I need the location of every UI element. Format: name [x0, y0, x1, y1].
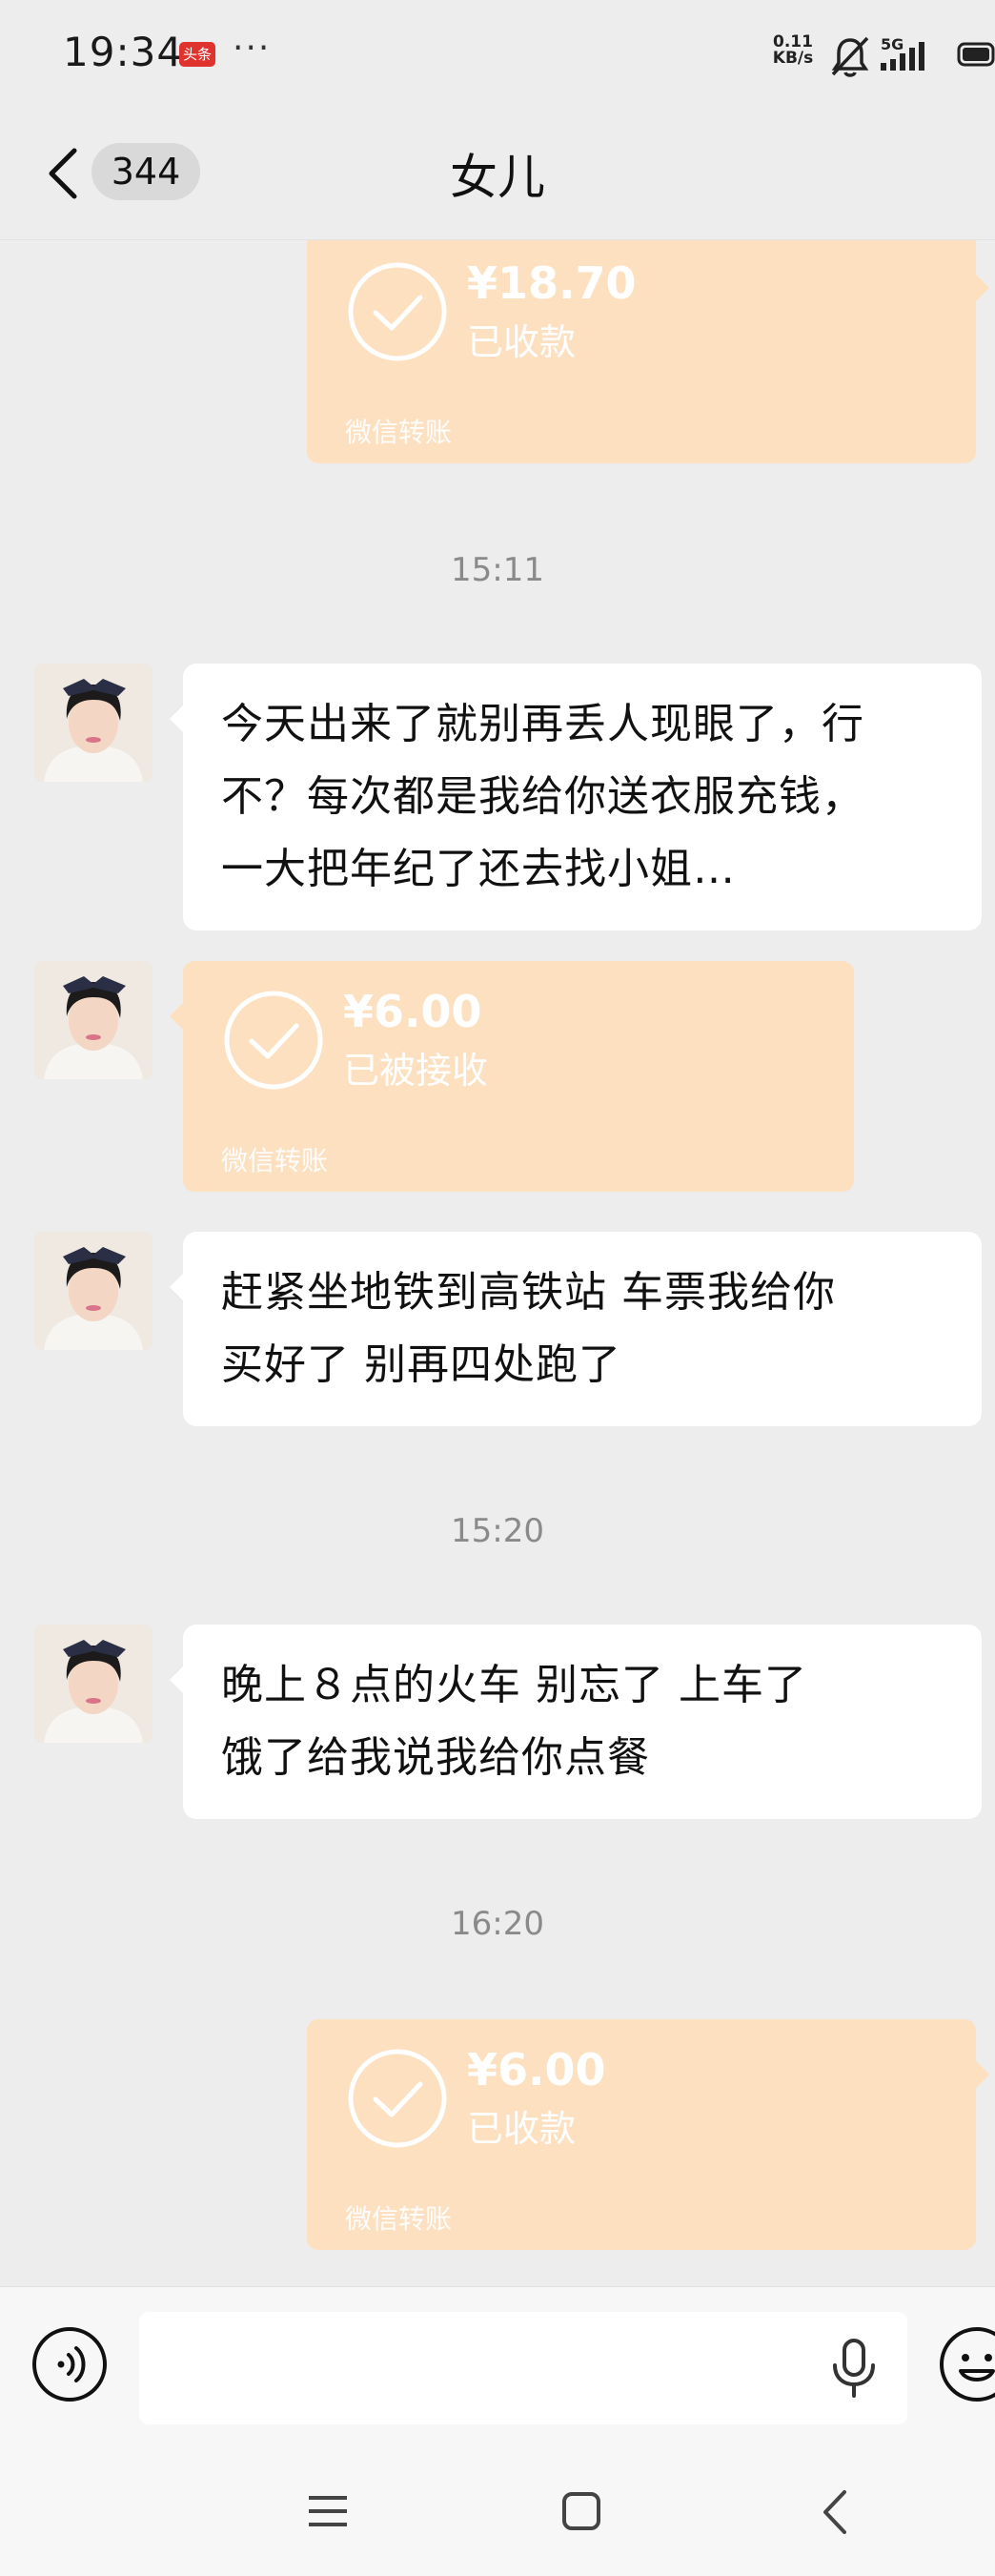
- message-line: 饿了给我说我给你点餐: [221, 1733, 650, 1782]
- muted-bell-icon: [831, 36, 869, 77]
- home-icon[interactable]: [560, 2490, 602, 2532]
- signal-5g-icon: 5G: [881, 35, 924, 71]
- system-nav-bar: [0, 2448, 995, 2576]
- avatar-image: [34, 961, 152, 1079]
- toutiao-notification-icon: 头条: [179, 42, 215, 67]
- back-icon[interactable]: [818, 2488, 852, 2536]
- more-notifications-icon: ···: [233, 29, 272, 68]
- transfer-card[interactable]: ¥6.00 已被接收 微信转账: [170, 961, 854, 1192]
- chat-title: 女儿: [450, 150, 545, 205]
- transfer-card[interactable]: ¥18.70 已收款 微信转账: [307, 240, 989, 463]
- chat-header: 344 女儿: [0, 105, 995, 240]
- check-circle-icon: [348, 2049, 447, 2148]
- status-bar: 19:34 头条 ··· 0.11 KB/s 5G: [0, 0, 995, 105]
- message-bubble[interactable]: 晚上８点的火车 别忘了 上车了 饿了给我说我给你点餐: [170, 1625, 982, 1819]
- message-line: 赶紧坐地铁到高铁站 车票我给你: [221, 1268, 836, 1317]
- message-timestamp: 15:20: [451, 1512, 544, 1550]
- transfer-amount: ¥6.00: [343, 986, 482, 1037]
- transfer-status: 已被接收: [343, 1050, 489, 1092]
- contact-avatar[interactable]: [34, 1625, 152, 1743]
- menu-icon[interactable]: [307, 2492, 349, 2530]
- transfer-amount: ¥6.00: [467, 2044, 606, 2096]
- message-line: 一大把年纪了还去找小姐…: [221, 845, 736, 893]
- transfer-status: 已收款: [467, 321, 577, 363]
- contact-avatar[interactable]: [34, 961, 152, 1079]
- microphone-icon[interactable]: [827, 2337, 881, 2400]
- message-line: 今天出来了就别再丢人现眼了，行: [221, 700, 864, 748]
- status-time: 19:34: [63, 29, 184, 75]
- message-timestamp: 16:20: [451, 1905, 544, 1943]
- transfer-label: 微信转账: [345, 2203, 453, 2235]
- voice-icon[interactable]: [30, 2325, 109, 2403]
- avatar-image: [34, 1232, 152, 1350]
- message-bubble[interactable]: 赶紧坐地铁到高铁站 车票我给你 买好了 别再四处跑了: [170, 1232, 982, 1426]
- message-line: 晚上８点的火车 别忘了 上车了: [221, 1661, 807, 1709]
- emoji-icon[interactable]: [938, 2325, 995, 2403]
- message-bubble[interactable]: 今天出来了就别再丢人现眼了，行 不？每次都是我给你送衣服充钱， 一大把年纪了还去…: [170, 664, 982, 930]
- message-input[interactable]: [139, 2312, 907, 2424]
- message-line: 不？每次都是我给你送衣服充钱，: [221, 772, 864, 821]
- message-timestamp: 15:11: [451, 551, 544, 589]
- net-speed-indicator: 0.11 KB/s: [768, 34, 818, 67]
- check-circle-icon: [348, 262, 447, 361]
- avatar-image: [34, 664, 152, 782]
- transfer-card[interactable]: ¥6.00 已收款 微信转账: [307, 2019, 989, 2250]
- input-bar: [0, 2286, 995, 2448]
- net-speed-unit: KB/s: [772, 49, 814, 68]
- check-circle-icon: [224, 991, 323, 1090]
- transfer-amount: ¥18.70: [467, 257, 637, 309]
- message-line: 买好了 别再四处跑了: [221, 1340, 621, 1389]
- network-type: 5G: [881, 35, 904, 53]
- contact-avatar[interactable]: [34, 1232, 152, 1350]
- contact-avatar[interactable]: [34, 664, 152, 782]
- avatar-image: [34, 1625, 152, 1743]
- transfer-label: 微信转账: [221, 1145, 329, 1176]
- transfer-label: 微信转账: [345, 417, 453, 448]
- message-list[interactable]: ¥18.70 已收款 微信转账 15:11 今天出来了就别再丢人现眼了，行 不？…: [0, 240, 995, 2286]
- battery-icon: [957, 42, 995, 67]
- transfer-status: 已收款: [467, 2108, 577, 2150]
